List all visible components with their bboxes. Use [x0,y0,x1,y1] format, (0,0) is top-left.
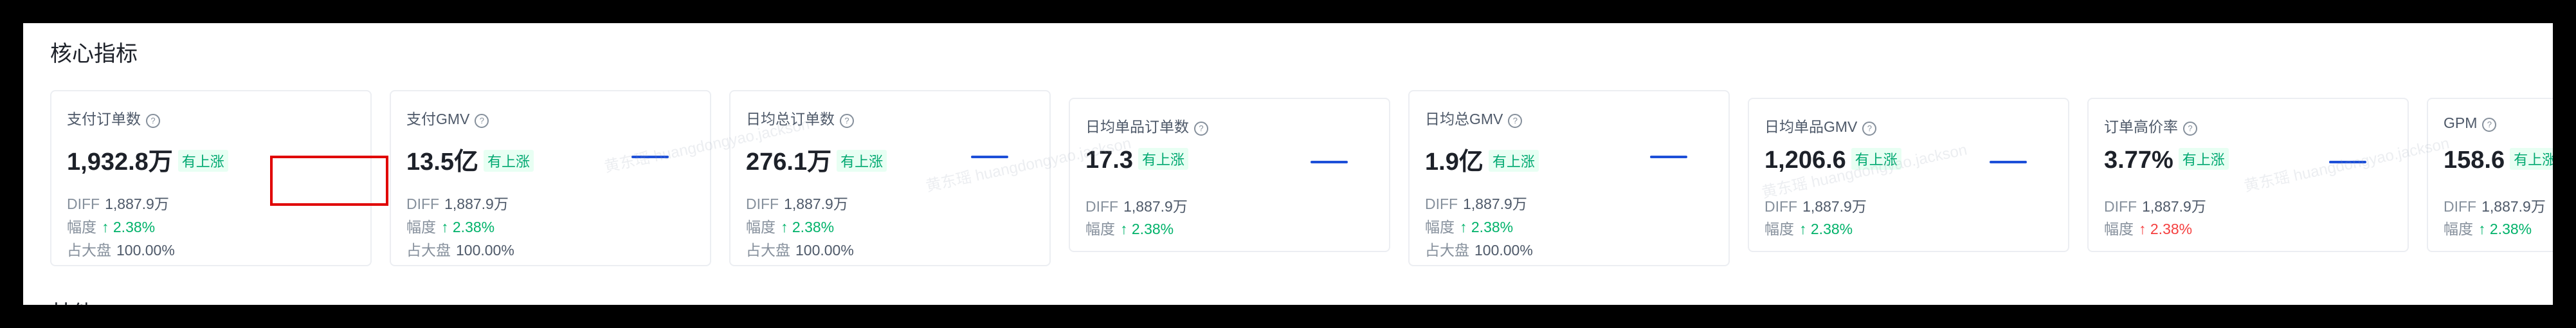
metric-card-daily-single-orders[interactable]: 日均单品订单数? 17.3 有上涨 DIFF 1,887.9万 幅度 ↑ 2.38% [1069,98,1390,252]
change-row: 幅度 ↑ 2.38% [67,219,156,235]
metric-title: GPM? [2444,114,2497,132]
diff-row: DIFF 1,887.9万 [2444,198,2546,215]
metric-value: 276.1万 有上涨 [746,141,887,177]
metric-title: 日均总GMV? [1425,107,1523,129]
share-row: 占大盘 100.00% [67,242,175,259]
metric-title: 日均单品GMV? [1764,114,1877,136]
change-row: 幅度 ↑ 2.38% [1085,221,1174,237]
sparkline [1990,161,2027,163]
help-icon[interactable]: ? [475,114,489,128]
change-row: 幅度 ↑ 2.38% [1764,221,1853,237]
help-icon[interactable]: ? [840,114,854,128]
next-section-title: 其他 [50,301,94,305]
change-row: 幅度 ↑ 2.38% [1425,219,1514,235]
metric-value: 1,932.8万 有上涨 [67,141,228,177]
change-row: 幅度 ↑ 2.38% [2444,221,2532,237]
metric-value: 13.5亿 有上涨 [406,141,534,177]
metric-value: 1.9亿 有上涨 [1425,141,1539,177]
diff-row: DIFF 1,887.9万 [1425,196,1527,212]
sparkline [1311,161,1348,163]
help-icon[interactable]: ? [1862,122,1877,136]
metric-value: 158.6 有上涨 [2444,147,2553,174]
diff-row: DIFF 1,887.9万 [1085,198,1188,215]
change-row: 幅度 ↑ 2.38% [746,219,835,235]
trend-badge: 有上涨 [2510,148,2553,170]
help-icon[interactable]: ? [2183,122,2197,136]
diff-row: DIFF 1,887.9万 [2104,198,2206,215]
diff-row: DIFF 1,887.9万 [746,196,848,212]
metric-card-gpm[interactable]: GPM? 158.6 有上涨 DIFF 1,887.9万 幅度 ↑ 2.38% [2427,98,2553,252]
section-title: 核心指标 [50,42,138,66]
help-icon[interactable]: ? [2482,118,2497,132]
core-metrics-panel: 核心指标 支付订单数? 1,932.8万 有上涨 DIFF 1,887.9万 幅度 ↑… [23,23,2553,305]
metric-title: 支付GMV? [406,107,489,129]
help-icon[interactable]: ? [1508,114,1523,128]
metric-title: 订单高价率? [2104,114,2197,136]
share-row: 占大盘 100.00% [1425,242,1533,259]
diff-row: DIFF 1,887.9万 [406,196,509,212]
trend-badge: 有上涨 [1488,150,1539,172]
help-icon[interactable]: ? [1194,122,1208,136]
change-row: 幅度 ↑ 2.38% [2104,221,2193,237]
share-row: 占大盘 100.00% [406,242,514,259]
metric-card-daily-total-gmv[interactable]: 日均总GMV? 1.9亿 有上涨 DIFF 1,887.9万 幅度 ↑ 2.38% 占… [1408,90,1730,266]
share-row: 占大盘 100.00% [746,242,854,259]
diff-row: DIFF 1,887.9万 [67,196,169,212]
trend-badge: 有上涨 [1138,148,1188,170]
trend-badge: 有上涨 [177,150,228,172]
sparkline [1650,156,1687,158]
metric-card-pay-gmv[interactable]: 支付GMV? 13.5亿 有上涨 DIFF 1,887.9万 幅度 ↑ 2.38% 占… [390,90,711,266]
metric-title: 支付订单数? [67,107,160,129]
metric-value: 3.77% 有上涨 [2104,147,2229,174]
change-row: 幅度 ↑ 2.38% [406,219,495,235]
help-icon[interactable]: ? [146,114,160,128]
trend-badge: 有上涨 [2178,148,2229,170]
trend-badge: 有上涨 [837,150,887,172]
highlight-box [270,156,388,206]
metric-title: 日均单品订单数? [1085,114,1208,136]
trend-badge: 有上涨 [483,150,534,172]
